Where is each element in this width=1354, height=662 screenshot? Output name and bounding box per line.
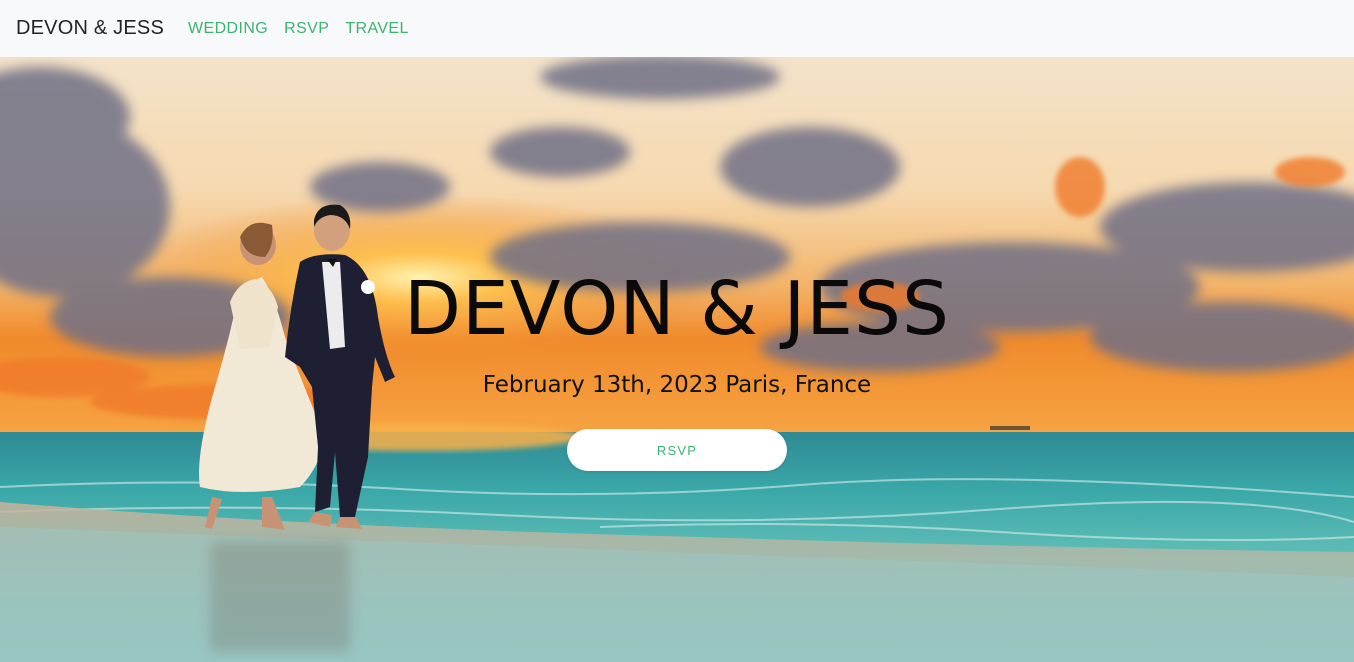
top-navbar: DEVON & JESS WEDDING RSVP TRAVEL	[0, 0, 1354, 57]
nav-link-travel[interactable]: TRAVEL	[345, 20, 408, 38]
hero-content: DEVON & JESS February 13th, 2023 Paris, …	[0, 57, 1354, 662]
brand-link[interactable]: DEVON & JESS	[16, 17, 164, 40]
nav-link-wedding[interactable]: WEDDING	[188, 20, 268, 38]
hero-date-location: February 13th, 2023 Paris, France	[482, 372, 872, 398]
nav-link-rsvp[interactable]: RSVP	[284, 20, 329, 38]
rsvp-button[interactable]: RSVP	[567, 429, 787, 471]
hero-section: DEVON & JESS February 13th, 2023 Paris, …	[0, 57, 1354, 662]
hero-title: DEVON & JESS	[404, 266, 950, 352]
